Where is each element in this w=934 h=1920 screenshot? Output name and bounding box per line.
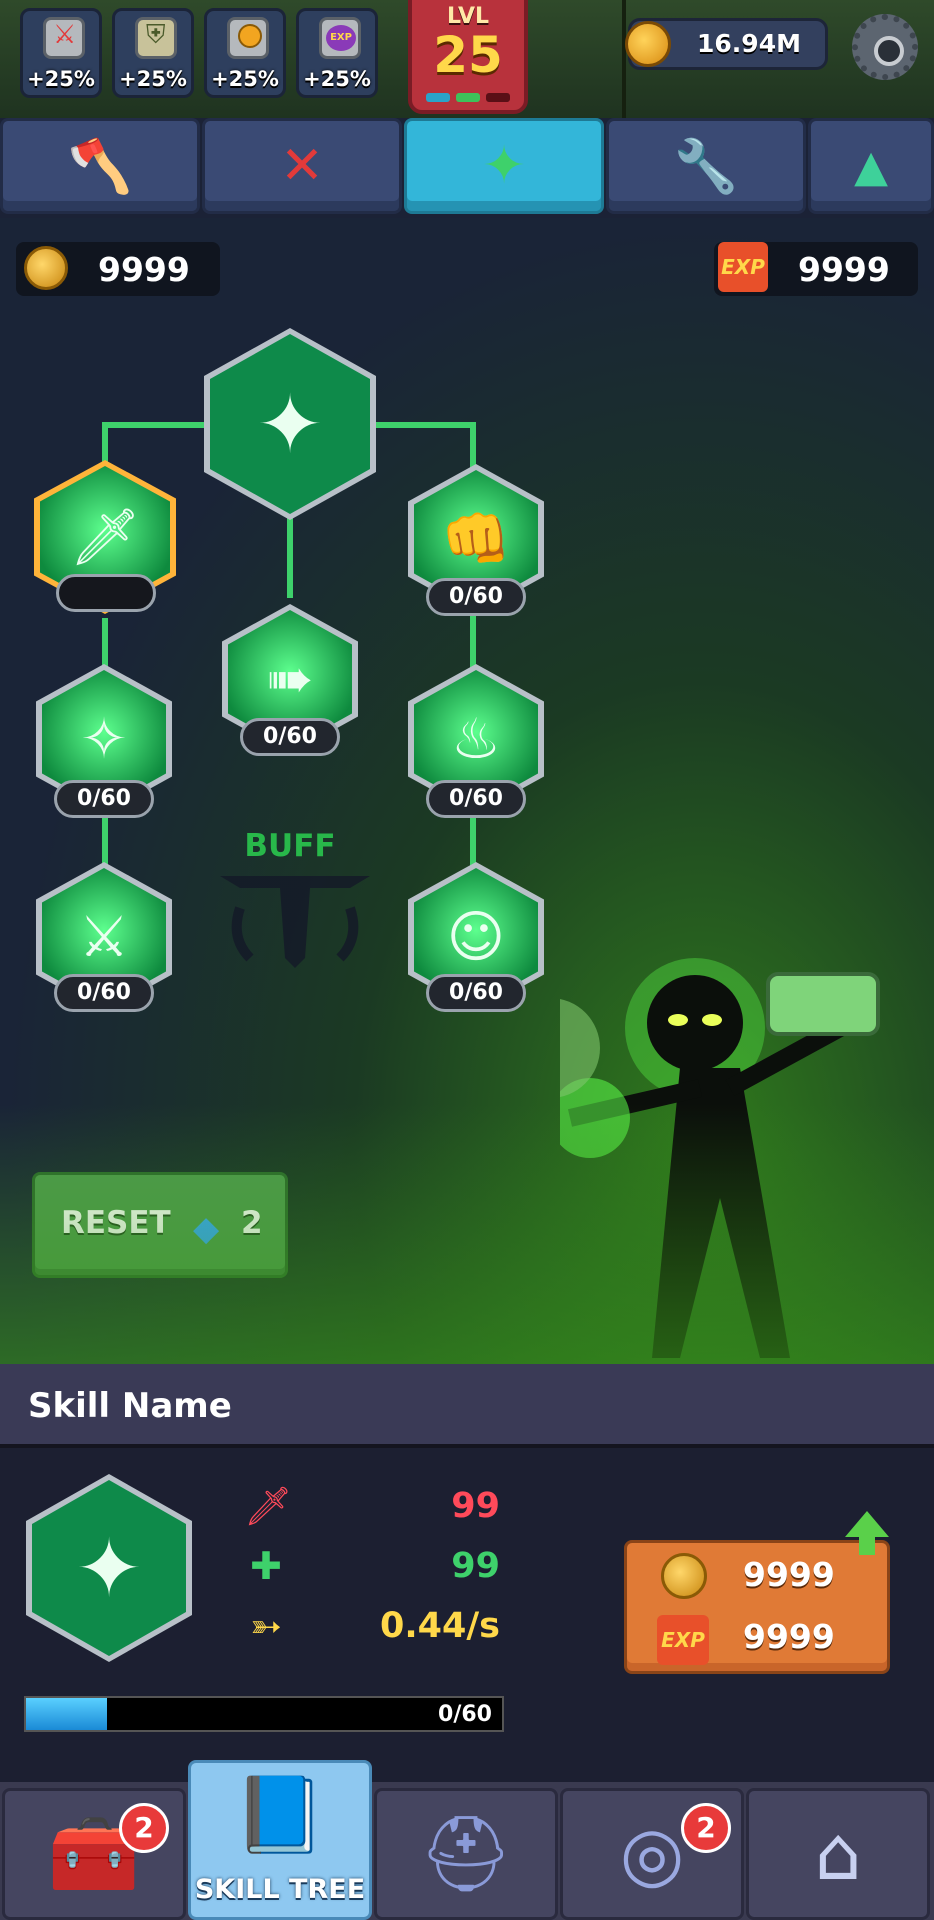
level-bars bbox=[426, 93, 510, 102]
selected-skill-icon: ✦ bbox=[26, 1474, 192, 1662]
coin-icon bbox=[227, 17, 269, 59]
stat-heal: 99 bbox=[451, 1546, 500, 1586]
upgrade-cost-gold: 9999 bbox=[743, 1555, 835, 1594]
house-icon: ⌂ bbox=[814, 1811, 862, 1897]
skill-progress-bar: 0/60 bbox=[24, 1696, 504, 1732]
tab-upgrade[interactable]: ▲ bbox=[808, 118, 934, 214]
divider bbox=[622, 0, 626, 118]
wand-icon: ✦ bbox=[482, 136, 526, 196]
skill-level-pill: 0/60 bbox=[426, 780, 526, 818]
buff-value: +25% bbox=[303, 67, 371, 91]
crossbow-icon: ✕ bbox=[280, 136, 324, 196]
buff-defense[interactable]: ⛨ +25% bbox=[112, 8, 194, 98]
progress-fill bbox=[26, 1698, 107, 1730]
connector bbox=[370, 422, 476, 428]
ring-icon: ◎ bbox=[619, 1811, 685, 1897]
nav-skill-tree[interactable]: 📘 SKILL TREE bbox=[188, 1760, 372, 1920]
exp-counter: EXP 9999 bbox=[714, 242, 918, 296]
wrench-icon: 🔧 bbox=[673, 136, 739, 197]
buff-attack[interactable]: ⚔ +25% bbox=[20, 8, 102, 98]
wand-icon: ✦ bbox=[210, 334, 370, 514]
gold-coin-icon bbox=[24, 246, 68, 290]
buff-emblem-icon bbox=[220, 876, 370, 968]
nav-chest[interactable]: 🧰 2 bbox=[2, 1788, 186, 1920]
reset-button[interactable]: RESET ◆ 2 bbox=[32, 1172, 288, 1278]
triangle-up-icon: ▲ bbox=[854, 140, 888, 192]
upgrade-button[interactable]: 9999 EXP 9999 bbox=[624, 1511, 890, 1674]
buff-value: +25% bbox=[119, 67, 187, 91]
level-value: 25 bbox=[433, 26, 503, 84]
exp-badge-icon: EXP bbox=[718, 242, 768, 292]
bottom-nav: 🧰 2 📘 SKILL TREE ⛑ ◎ 2 ⌂ bbox=[0, 1760, 934, 1920]
tab-axe[interactable]: 🪓 bbox=[0, 118, 200, 214]
buff-value: +25% bbox=[27, 67, 95, 91]
notification-badge: 2 bbox=[681, 1803, 731, 1853]
level-badge[interactable]: LVL 25 bbox=[408, 0, 528, 114]
buff-exp[interactable]: EXP +25% bbox=[296, 8, 378, 98]
nav-helmet[interactable]: ⛑ bbox=[374, 1788, 558, 1920]
wand-icon: ✦ bbox=[32, 1480, 186, 1656]
shield-icon: ⛨ bbox=[135, 17, 177, 59]
top-bar: ⚔ +25% ⛨ +25% +25% EXP +25% LVL 25 16.94… bbox=[0, 0, 934, 118]
skill-level-pill bbox=[56, 574, 156, 612]
category-tabs: 🪓 ✕ ✦ 🔧 ▲ bbox=[0, 118, 934, 218]
gold-amount: 9999 bbox=[98, 250, 190, 289]
progress-text: 0/60 bbox=[438, 1702, 492, 1727]
gold-counter: 9999 bbox=[16, 242, 220, 296]
skill-node-root[interactable]: ✦ bbox=[204, 328, 376, 520]
exp-amount: 9999 bbox=[798, 250, 890, 289]
exp-icon: EXP bbox=[319, 17, 361, 59]
heal-icon: ✚ bbox=[250, 1544, 282, 1588]
skill-level-pill: 0/60 bbox=[54, 780, 154, 818]
sword-icon: 🗡 bbox=[244, 1484, 293, 1528]
skill-level-pill: 0/60 bbox=[240, 718, 340, 756]
skill-book-icon: 📘 bbox=[233, 1771, 327, 1858]
stat-damage: 99 bbox=[451, 1486, 500, 1526]
gold-coin-icon bbox=[661, 1553, 707, 1599]
buff-gold[interactable]: +25% bbox=[204, 8, 286, 98]
skill-level-pill: 0/60 bbox=[54, 974, 154, 1012]
sword-icon: ⚔ bbox=[43, 17, 85, 59]
exp-badge-icon: EXP bbox=[657, 1615, 709, 1665]
reset-label: RESET bbox=[61, 1205, 171, 1241]
nav-ring[interactable]: ◎ 2 bbox=[560, 1788, 744, 1920]
tab-wrench[interactable]: 🔧 bbox=[606, 118, 806, 214]
notification-badge: 2 bbox=[119, 1803, 169, 1853]
axe-icon: 🪓 bbox=[67, 136, 133, 197]
diamond-icon: ◆ bbox=[193, 1209, 220, 1249]
skill-name-bar: Skill Name bbox=[0, 1364, 934, 1448]
skill-level-pill: 0/60 bbox=[426, 578, 526, 616]
coin-amount: 16.94M bbox=[697, 29, 801, 58]
upgrade-cost-exp: 9999 bbox=[743, 1617, 835, 1656]
nav-house[interactable]: ⌂ bbox=[746, 1788, 930, 1920]
helmet-icon: ⛑ bbox=[419, 1810, 513, 1897]
speed-icon: ➳ bbox=[250, 1604, 282, 1648]
settings-gear-icon[interactable] bbox=[852, 14, 918, 80]
connector bbox=[102, 422, 206, 428]
nav-label: SKILL TREE bbox=[194, 1874, 366, 1905]
reset-cost: 2 bbox=[241, 1205, 263, 1241]
coin-icon bbox=[625, 21, 671, 67]
skill-name: Skill Name bbox=[28, 1386, 232, 1426]
buff-value: +25% bbox=[211, 67, 279, 91]
hero-character-art bbox=[560, 958, 880, 1358]
skill-level-pill: 0/60 bbox=[426, 974, 526, 1012]
skill-tree: 9999 EXP 9999 ✦ 🗡 👊 0/60 ➠ 0/60 ✧ 0/60 ♨… bbox=[0, 218, 934, 1364]
stat-speed: 0.44/s bbox=[380, 1606, 500, 1646]
coin-balance[interactable]: 16.94M bbox=[625, 18, 828, 70]
tab-crossbow[interactable]: ✕ bbox=[202, 118, 402, 214]
buff-category-label: BUFF bbox=[244, 828, 336, 864]
skill-details: ✦ 🗡 99 ✚ 99 ➳ 0.44/s 9999 EXP 9999 0/60 bbox=[0, 1448, 934, 1782]
arrow-up-icon bbox=[845, 1511, 889, 1555]
tab-wand[interactable]: ✦ bbox=[404, 118, 604, 214]
